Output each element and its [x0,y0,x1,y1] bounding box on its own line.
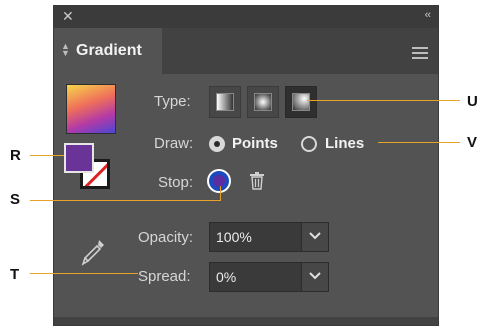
opacity-value[interactable]: 100% [216,229,252,245]
radial-gradient-icon [254,93,272,111]
gradient-panel: ✕ ‹‹ ▲ ▼ Gradient Type: Draw: Points Line… [53,5,439,326]
callout-label-t: T [10,266,20,283]
callout-label-u: U [467,93,478,110]
spread-field[interactable]: 0% [209,262,329,292]
draw-points-label[interactable]: Points [232,135,278,152]
draw-points-radio[interactable] [209,136,225,152]
tab-expand-icon[interactable]: ▲ ▼ [61,42,70,58]
fill-swatch[interactable] [64,143,94,173]
panel-menu-icon[interactable] [412,47,428,59]
callout-line-r [30,155,66,156]
collapse-icon[interactable]: ‹‹ [425,9,431,21]
gradient-preview-swatch[interactable] [66,84,116,134]
chevron-down-icon [309,272,321,280]
opacity-label: Opacity: [138,229,194,246]
callout-line-s-vertical [220,186,221,201]
freeform-gradient-icon [292,93,310,111]
callout-label-r: R [10,147,21,164]
chevron-down-icon [309,232,321,240]
draw-lines-radio[interactable] [301,136,317,152]
type-linear-button[interactable] [209,86,241,118]
callout-label-s: S [10,191,21,208]
spread-value[interactable]: 0% [216,269,236,285]
panel-titlebar: ✕ ‹‹ [54,6,438,28]
spread-label: Spread: [138,268,191,285]
close-icon[interactable]: ✕ [62,9,74,23]
callout-line-s [30,200,221,201]
trash-icon[interactable] [249,172,265,190]
type-freeform-button[interactable] [285,86,317,118]
draw-label: Draw: [154,135,194,152]
color-stop-swatch[interactable] [207,169,231,193]
callout-line-v [378,142,460,143]
callout-label-v: V [467,134,478,151]
callout-line-u [307,100,460,101]
stop-label: Stop: [158,174,194,191]
tab-gradient[interactable]: ▲ ▼ Gradient [54,28,162,74]
draw-lines-label[interactable]: Lines [325,135,364,152]
type-label: Type: [154,93,191,110]
linear-gradient-icon [216,93,234,111]
opacity-dropdown-button[interactable] [301,223,328,251]
spread-dropdown-button[interactable] [301,263,328,291]
panel-resize-grip[interactable] [54,317,438,325]
tab-gradient-label: Gradient [76,42,142,59]
callout-line-t [30,273,138,274]
type-radial-button[interactable] [247,86,279,118]
panel-tab-row: ▲ ▼ Gradient [54,28,438,74]
opacity-field[interactable]: 100% [209,222,329,252]
eyedropper-icon[interactable] [80,238,106,268]
